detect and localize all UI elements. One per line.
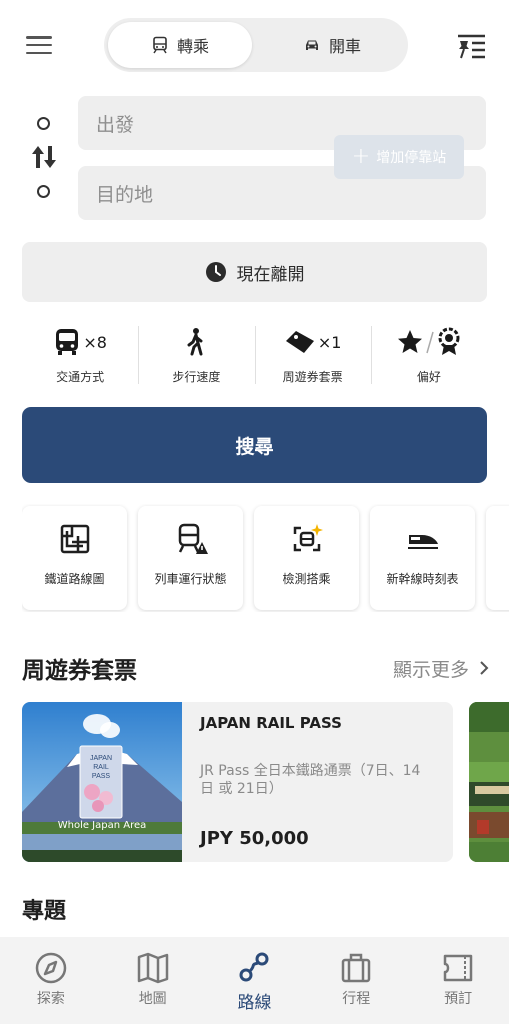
compass-icon	[35, 952, 67, 984]
mode-drive-button[interactable]: 開車	[260, 22, 404, 68]
mode-drive-label: 開車	[328, 37, 361, 56]
tool-label: 檢測搭乘	[282, 572, 331, 586]
mode-toggle: 轉乘 開車	[104, 18, 408, 72]
origin-placeholder: 出發	[96, 113, 135, 136]
mode-transit-label: 轉乘	[176, 37, 209, 56]
nav-itinerary[interactable]: 行程	[305, 937, 407, 1024]
menu-button[interactable]	[22, 30, 56, 60]
option-label: 步行速度	[172, 370, 221, 384]
svg-text:RAIL: RAIL	[93, 764, 109, 771]
option-preferences[interactable]: 偏好	[370, 318, 487, 394]
option-label: 周遊券套票	[282, 370, 343, 384]
add-stop-label: 增加停靠站	[376, 150, 447, 166]
nav-map[interactable]: 地圖	[102, 937, 204, 1024]
destination-dot-icon	[37, 185, 50, 198]
shinkansen-icon	[407, 535, 438, 549]
nav-label: 探索	[36, 991, 65, 1007]
tool-label: 新幹線時刻表	[386, 572, 459, 586]
transport-modes-count: ×8	[83, 332, 107, 352]
tool-shortcuts: 鐵道路線圖 列車運行狀態 檢測搭乘 新幹線時刻表	[22, 504, 509, 612]
swap-button[interactable]	[30, 144, 58, 170]
train-icon	[153, 36, 167, 54]
bottom-navigation: 探索 地圖 路線 行程 預訂	[0, 937, 509, 1024]
tool-shinkansen-timetable[interactable]: 新幹線時刻表	[370, 506, 475, 610]
suitcase-icon	[342, 953, 371, 983]
plus-icon: +	[351, 144, 371, 169]
walking-person-icon	[187, 328, 203, 356]
search-button-label: 搜尋	[235, 435, 274, 458]
pass-image-caption: Whole Japan Area	[57, 820, 147, 831]
tool-train-status[interactable]: 列車運行狀態	[138, 506, 243, 610]
pass-title: JAPAN RAIL PASS	[200, 714, 342, 732]
map-icon	[137, 952, 168, 984]
swap-arrows-icon	[32, 146, 56, 168]
train-status-icon	[178, 523, 208, 554]
pass-card-next[interactable]	[469, 702, 509, 862]
nav-label: 行程	[342, 991, 371, 1007]
origin-dot-icon	[37, 117, 50, 130]
nav-explore[interactable]: 探索	[0, 937, 102, 1024]
saved-routes-button[interactable]	[455, 30, 489, 62]
search-button[interactable]: 搜尋	[22, 407, 487, 483]
show-more-link[interactable]: 顯示更多	[393, 655, 489, 682]
section-title: 周遊券套票	[22, 658, 137, 684]
nav-booking[interactable]: 預訂	[407, 937, 509, 1024]
option-walking-speed[interactable]: 步行速度	[138, 318, 254, 394]
bus-icon	[56, 329, 79, 355]
award-badge-icon	[438, 327, 460, 355]
tool-label: 列車運行狀態	[154, 572, 227, 586]
option-label: 交通方式	[56, 370, 105, 384]
clock-icon	[205, 262, 226, 282]
ticket-tag-icon	[285, 331, 314, 353]
rail-passes-count: ×1	[317, 332, 342, 352]
menu-icon-line	[26, 51, 52, 54]
mount-fuji-illustration: JAPAN RAIL PASS	[22, 702, 182, 862]
tool-card-partial[interactable]	[486, 506, 509, 610]
mode-transit-button[interactable]: 轉乘	[108, 22, 252, 68]
option-rail-passes[interactable]: ×1 周遊券套票	[254, 318, 371, 394]
car-icon	[305, 40, 318, 50]
topics-title: 專題	[22, 899, 67, 924]
tool-ride-detect[interactable]: 檢測搭乘	[254, 506, 359, 610]
pin-list-icon	[458, 34, 485, 59]
svg-text:JAPAN: JAPAN	[90, 755, 112, 762]
depart-time-label: 現在離開	[236, 264, 305, 285]
search-options: ×8 交通方式 步行速度 ×1 周遊券套票 偏好	[22, 318, 487, 394]
add-stop-button[interactable]: + 增加停靠站	[334, 135, 464, 179]
menu-icon-line	[26, 36, 52, 39]
countryside-train-thumbnail	[469, 702, 509, 862]
depart-time-button[interactable]: 現在離開	[22, 242, 487, 302]
pass-image: JAPAN RAIL PASS Whole Japan Area	[22, 702, 182, 862]
top-bar: 轉乘 開車	[0, 0, 509, 92]
option-transport-modes[interactable]: ×8 交通方式	[22, 318, 138, 394]
nav-label: 路線	[237, 993, 272, 1013]
chevron-right-icon	[480, 661, 489, 675]
nav-label: 地圖	[138, 991, 167, 1007]
tool-rail-map[interactable]: 鐵道路線圖	[22, 506, 127, 610]
show-more-label: 顯示更多	[392, 658, 469, 681]
passes-section-header: 周遊券套票 顯示更多	[22, 650, 489, 686]
pass-description: JR Pass 全日本鐵路通票（7日、14日 或 21日）	[200, 763, 421, 797]
pass-price: JPY 50,000	[200, 828, 309, 849]
pass-card-jr-pass[interactable]: JAPAN RAIL PASS Whole Japan Area JAPAN R…	[22, 702, 453, 862]
tool-label: 鐵道路線圖	[44, 572, 105, 586]
destination-placeholder: 目的地	[96, 183, 154, 206]
route-icon	[239, 952, 269, 982]
menu-icon-line	[26, 43, 52, 47]
ticket-icon	[443, 954, 473, 982]
route-form: 出發 目的地 + 增加停靠站	[0, 92, 509, 222]
option-label: 偏好	[416, 370, 441, 384]
rail-map-icon	[60, 524, 89, 554]
svg-text:PASS: PASS	[92, 773, 110, 780]
nav-label: 預訂	[444, 991, 473, 1007]
slash-divider-icon	[426, 331, 434, 354]
ride-detect-icon	[293, 524, 323, 552]
nav-route[interactable]: 路線	[204, 937, 306, 1024]
star-icon	[397, 330, 422, 353]
